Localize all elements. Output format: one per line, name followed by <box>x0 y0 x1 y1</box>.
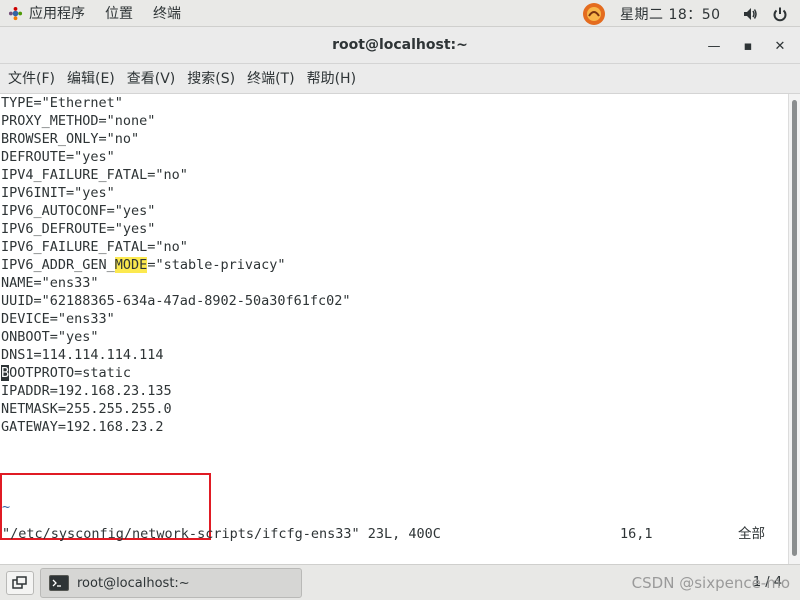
terminal-line: IPV6_AUTOCONF="yes" <box>1 203 156 219</box>
terminal-icon <box>49 575 69 591</box>
places-label: 位置 <box>105 6 133 22</box>
terminal-line: IPADDR=192.168.23.135 <box>1 383 172 399</box>
terminal-app-label: 终端 <box>153 6 181 22</box>
terminal-line: IPV4_FAILURE_FATAL="no" <box>1 167 188 183</box>
menu-edit[interactable]: 编辑(E) <box>61 64 121 94</box>
clock-label: 星期二 18：50 <box>620 6 721 23</box>
vim-scroll-percent: 全部 <box>738 526 765 542</box>
terminal-app-menu[interactable]: 终端 <box>143 0 191 27</box>
desktop-screen: 应用程序 位置 终端 星期二 18：50 root@localhost:~ — … <box>0 0 800 600</box>
vim-status-file: "/etc/sysconfig/network-scripts/ifcfg-en… <box>2 526 441 542</box>
terminal-scrollbar[interactable] <box>788 94 800 564</box>
empty-line-tilde: ~ <box>2 499 11 515</box>
vim-cursor-position: 16,1 <box>620 526 653 542</box>
menu-help[interactable]: 帮助(H) <box>301 64 362 94</box>
terminal-line: DNS1=114.114.114.114 <box>1 347 164 363</box>
places-menu[interactable]: 位置 <box>95 0 143 27</box>
search-highlight: MODE <box>114 257 148 273</box>
terminal-line-addr-gen: IPV6_ADDR_GEN_MODE="stable-privacy" <box>1 256 351 274</box>
applications-menu[interactable]: 应用程序 <box>0 0 95 27</box>
minimize-button[interactable]: — <box>704 36 724 56</box>
taskbar-terminal-button[interactable]: root@localhost:~ <box>40 568 302 598</box>
window-list-icon <box>12 576 27 589</box>
menu-bar: 文件(F) 编辑(E) 查看(V) 搜索(S) 终端(T) 帮助(H) <box>0 64 800 94</box>
system-indicators[interactable] <box>742 0 788 27</box>
menu-view[interactable]: 查看(V) <box>121 64 182 94</box>
weather-icon <box>583 2 605 25</box>
terminal-line: BROWSER_ONLY="no" <box>1 131 140 147</box>
terminal-line: GATEWAY=192.168.23.2 <box>1 419 164 435</box>
line-suffix: ="stable-privacy" <box>147 257 286 273</box>
menu-terminal[interactable]: 终端(T) <box>241 64 300 94</box>
window-titlebar[interactable]: root@localhost:~ — ▪ ✕ <box>0 27 800 64</box>
applications-icon <box>8 6 23 20</box>
terminal-line-cursor: BOOTPROTO=static <box>1 364 351 382</box>
terminal-window: root@localhost:~ — ▪ ✕ 文件(F) 编辑(E) 查看(V)… <box>0 27 800 564</box>
scrollbar-thumb[interactable] <box>792 100 797 556</box>
terminal-line: NAME="ens33" <box>1 275 99 291</box>
terminal-lines: TYPE="Ethernet" PROXY_METHOD="none" BROW… <box>1 94 351 436</box>
window-title: root@localhost:~ <box>332 37 468 53</box>
power-icon[interactable] <box>772 6 788 22</box>
terminal-content[interactable]: TYPE="Ethernet" PROXY_METHOD="none" BROW… <box>0 94 788 564</box>
terminal-line: TYPE="Ethernet" <box>1 95 123 111</box>
terminal-line: IPV6_FAILURE_FATAL="no" <box>1 239 188 255</box>
bottom-taskbar: root@localhost:~ 1 / 4 CSDN @sixpence-mo <box>0 564 800 600</box>
line-suffix: OOTPROTO=static <box>9 365 132 381</box>
maximize-button[interactable]: ▪ <box>738 36 758 56</box>
menu-file[interactable]: 文件(F) <box>2 64 61 94</box>
csdn-watermark: CSDN @sixpence-mo <box>631 574 790 592</box>
close-button[interactable]: ✕ <box>770 36 790 56</box>
terminal-line: ONBOOT="yes" <box>1 329 99 345</box>
show-desktop-button[interactable] <box>6 571 34 595</box>
volume-icon[interactable] <box>742 6 758 22</box>
applications-label: 应用程序 <box>29 6 85 22</box>
terminal-line: IPV6_DEFROUTE="yes" <box>1 221 156 237</box>
terminal-line: DEVICE="ens33" <box>1 311 115 327</box>
clock-area[interactable]: 星期二 18：50 <box>582 0 721 27</box>
text-cursor: B <box>1 365 10 381</box>
terminal-line: IPV6INIT="yes" <box>1 185 115 201</box>
gnome-top-bar: 应用程序 位置 终端 星期二 18：50 <box>0 0 800 27</box>
line-prefix: IPV6_ADDR_GEN_ <box>1 257 115 273</box>
terminal-line: PROXY_METHOD="none" <box>1 113 156 129</box>
terminal-line: UUID="62188365-634a-47ad-8902-50a30f61fc… <box>1 293 351 309</box>
terminal-line: NETMASK=255.255.255.0 <box>1 401 172 417</box>
terminal-line: DEFROUTE="yes" <box>1 149 115 165</box>
taskbar-terminal-label: root@localhost:~ <box>77 575 190 591</box>
menu-search[interactable]: 搜索(S) <box>181 64 241 94</box>
